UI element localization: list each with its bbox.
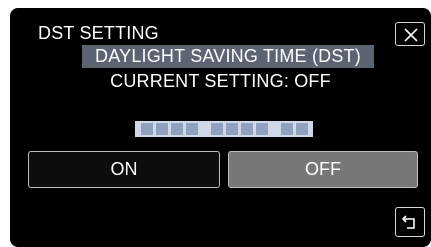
screen-title: DST SETTING [38,23,159,43]
masked-date-bar [135,121,313,137]
dst-heading: DAYLIGHT SAVING TIME (DST) [82,45,374,68]
masked-date-group [139,123,199,135]
on-button[interactable]: ON [28,151,220,188]
camera-screen: DST SETTING DAYLIGHT SAVING TIME (DST) C… [10,8,431,247]
back-arrow-icon [401,215,415,229]
close-icon [404,28,418,42]
close-button[interactable] [395,22,425,46]
masked-time-group [279,123,309,135]
masked-date-group [209,123,269,135]
current-setting-text: CURRENT SETTING: OFF [110,71,331,91]
off-button[interactable]: OFF [228,151,418,188]
back-button[interactable] [395,207,425,237]
